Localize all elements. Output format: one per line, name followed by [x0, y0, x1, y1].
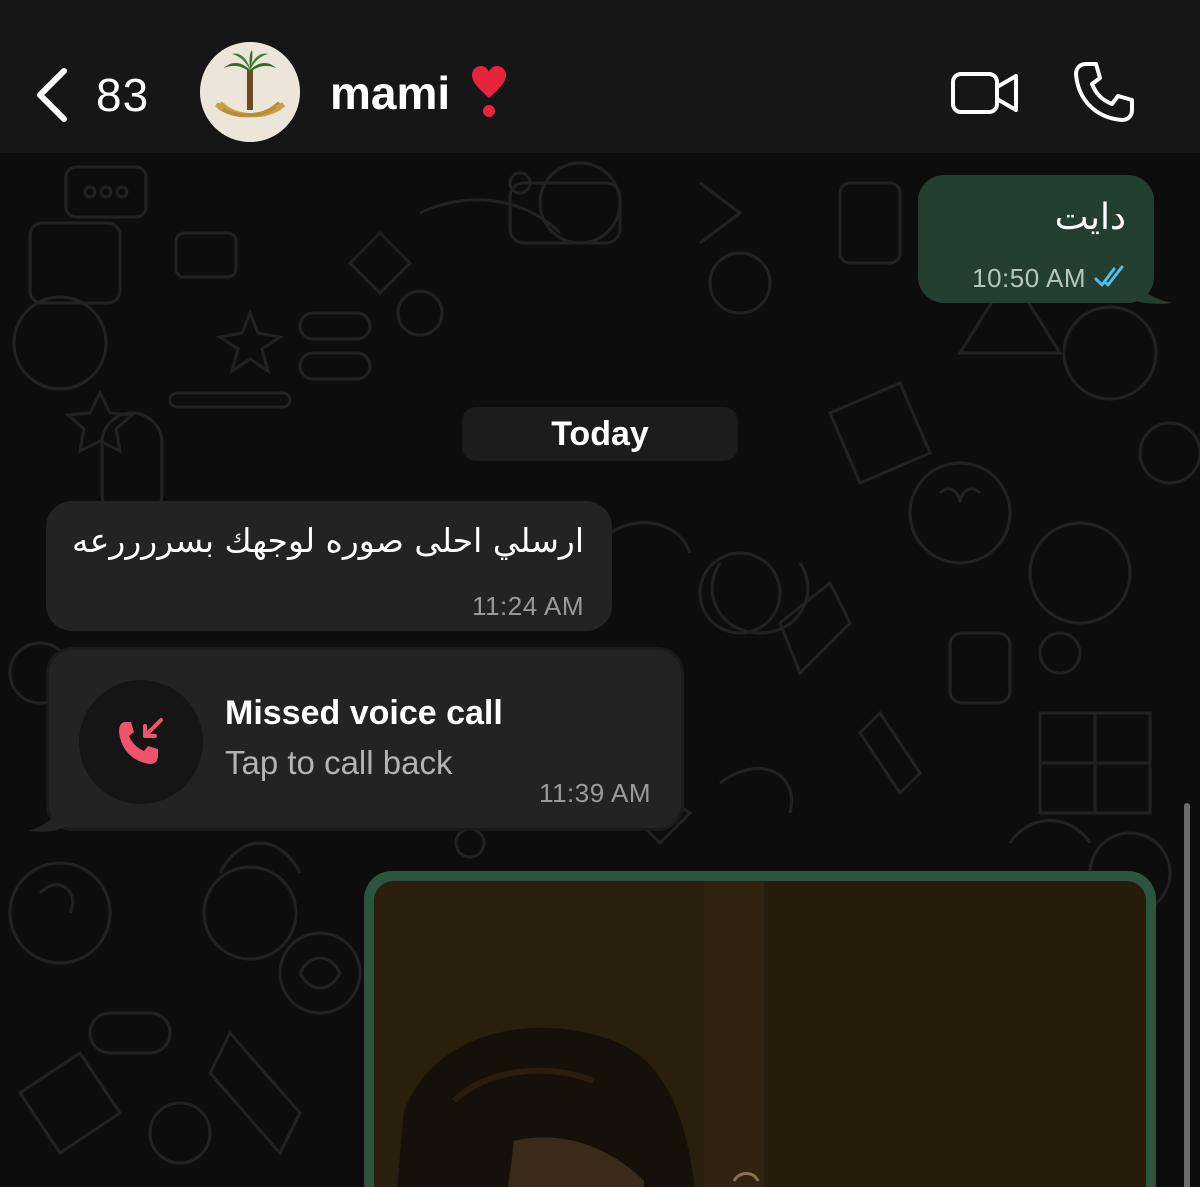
- missed-call-subtitle: Tap to call back: [225, 744, 453, 781]
- chat-area[interactable]: دايت 10:50 AM Today ارسلي احلى صوره لوجه…: [0, 153, 1200, 1187]
- incoming-message[interactable]: ارسلي احلى صوره لوجهك بسررررعه 11:24 AM: [46, 501, 612, 631]
- avatar[interactable]: [200, 42, 300, 142]
- message-time: 11:24 AM: [472, 591, 584, 621]
- phone-icon[interactable]: [1072, 60, 1136, 124]
- missed-call-title: Missed voice call: [225, 694, 503, 732]
- palm-swords-emblem-icon: [200, 42, 300, 142]
- chat-header: 83 mami: [0, 0, 1200, 153]
- unread-count: 83: [96, 69, 150, 121]
- contact-name[interactable]: mami: [330, 66, 450, 120]
- missed-call-message[interactable]: Missed voice call Tap to call back 11:39…: [46, 647, 684, 831]
- outgoing-bubble-tail: [1128, 269, 1172, 304]
- outgoing-message[interactable]: دايت 10:50 AM: [918, 175, 1154, 303]
- message-time: 11:39 AM: [539, 778, 651, 808]
- message-text: ارسلي احلى صوره لوجهك بسررررعه: [72, 521, 584, 560]
- scrollbar[interactable]: [1184, 803, 1190, 1187]
- heart-exclamation-icon: [472, 66, 506, 117]
- missed-call-icon: [119, 718, 163, 764]
- incoming-bubble-tail: [28, 793, 68, 832]
- photo-content: [374, 881, 1146, 1187]
- message-time: 10:50 AM: [972, 263, 1086, 293]
- message-text: دايت: [1054, 197, 1126, 238]
- double-check-read-icon: [1094, 265, 1124, 287]
- photo-image: [374, 881, 1146, 1187]
- chevron-left-icon: [37, 68, 67, 122]
- date-separator: Today: [462, 407, 738, 461]
- missed-call-badge: [79, 680, 203, 804]
- video-camera-icon[interactable]: [950, 68, 1020, 118]
- outgoing-photo-message[interactable]: [364, 871, 1156, 1187]
- chat-screen: 83 mami دايت 10:50 AM Today ارسلي احلى ص…: [0, 0, 1200, 1187]
- back-button[interactable]: 83: [30, 60, 170, 130]
